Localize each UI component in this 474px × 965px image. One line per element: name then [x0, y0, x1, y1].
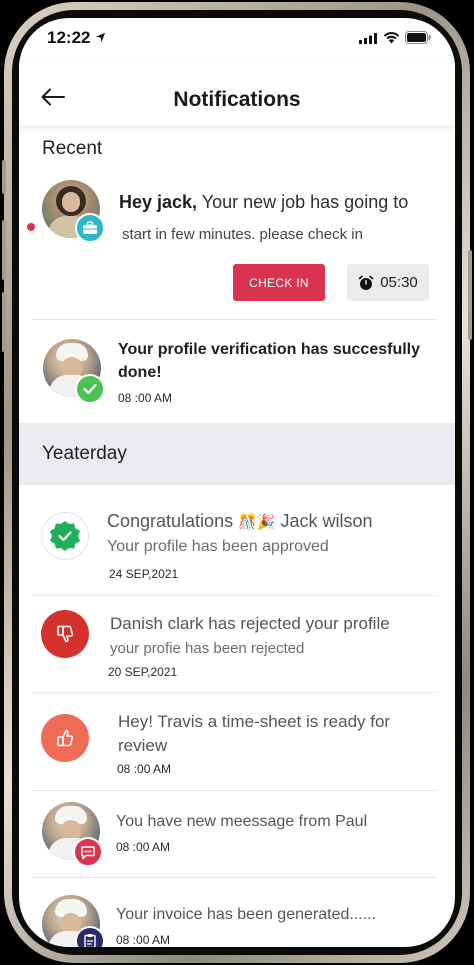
celebration-emoji: 🎊🎉 [238, 514, 276, 531]
notification-message-line2: start in few minutes. please check in [122, 226, 363, 243]
divider [32, 319, 437, 320]
thumbs-down-icon [41, 610, 89, 658]
notification-message: Your profile verification has succesfull… [118, 341, 421, 358]
check-in-button[interactable]: CHECK IN [233, 264, 325, 301]
notification-subtitle: your profie has been rejected [110, 640, 305, 657]
divider [32, 595, 437, 596]
briefcase-badge-icon [75, 213, 105, 243]
power-button [468, 250, 472, 340]
notification-title: You have new meessage from Paul [116, 813, 368, 830]
volume-up-button [2, 220, 6, 280]
chat-bubble-badge-icon [73, 837, 103, 867]
unread-indicator [27, 223, 35, 231]
notification-name: Jack wilson [280, 511, 373, 531]
section-header-yesterday: Yeaterday [19, 423, 455, 485]
status-time: 12:22 [47, 28, 91, 47]
divider [32, 790, 437, 791]
notification-message-line2: done! [118, 364, 162, 381]
checkmark-badge-icon [75, 374, 105, 404]
app-header: Notifications [19, 58, 455, 126]
timer-value: 05:30 [380, 274, 418, 291]
page-title: Notifications [173, 88, 301, 111]
notification-time: 08 :00 AM [118, 391, 173, 405]
screen: 12:22 Notifications Recent Hey jack, You… [19, 18, 455, 947]
notification-greeting: Hey jack, [119, 192, 198, 212]
verified-badge-icon [41, 512, 89, 560]
notification-message: Your new job has going to [197, 192, 409, 212]
notification-title-line2: review [118, 736, 168, 755]
status-bar: 12:22 [19, 18, 455, 58]
section-title-recent: Recent [42, 138, 103, 159]
notification-subtitle: Your profile has been approved [107, 538, 329, 555]
notification-title: Congratulations [107, 511, 234, 531]
notification-date: 24 SEP,2021 [109, 567, 179, 581]
invoice-document-badge-icon [75, 926, 105, 947]
silent-switch [2, 160, 6, 194]
notification-time: 08 :00 AM [116, 840, 171, 854]
countdown-timer: 05:30 [347, 264, 429, 301]
notification-date: 20 SEP,2021 [108, 665, 178, 679]
section-title-yesterday: Yeaterday [42, 443, 127, 464]
notification-time: 08 :00 AM [117, 762, 172, 776]
notification-time: 08 :00 AM [116, 933, 171, 947]
notification-title: Danish clark has rejected your profile [110, 614, 390, 633]
divider [32, 692, 437, 693]
wifi-icon [383, 32, 400, 44]
volume-down-button [2, 292, 6, 352]
cellular-signal-icon [359, 33, 377, 44]
notification-title: Hey! Travis a time-sheet is ready for [118, 712, 391, 731]
thumbs-up-icon [41, 714, 89, 762]
alarm-clock-icon [358, 275, 374, 290]
battery-icon [405, 31, 431, 44]
notification-title: Your invoice has been generated...... [116, 906, 377, 923]
divider [32, 877, 437, 878]
location-arrow-icon [95, 32, 106, 43]
